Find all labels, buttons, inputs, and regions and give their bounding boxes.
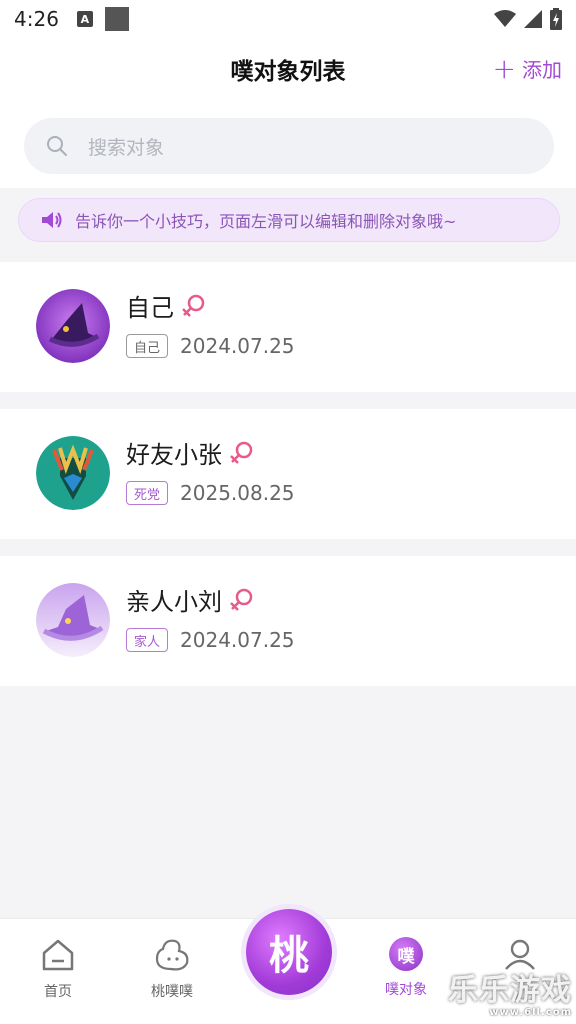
add-button[interactable]: + 添加 <box>493 54 562 83</box>
tip-banner: 告诉你一个小技巧，页面左滑可以编辑和删除对象哦~ <box>18 198 560 242</box>
witch-hat-lilac-icon <box>36 583 110 657</box>
contact-date: 2024.07.25 <box>180 628 295 652</box>
tab-label: 首页 <box>44 984 72 1000</box>
relation-tag: 家人 <box>126 628 169 652</box>
watermark-url: www.6ll.com <box>489 1007 572 1018</box>
header: 噗对象列表 + 添加 <box>0 38 576 108</box>
relation-tag: 自己 <box>126 334 169 358</box>
tab-home[interactable]: 首页 <box>10 937 106 1001</box>
magisk-mask-icon <box>36 436 110 510</box>
search-section: 搜索对象 <box>0 108 576 188</box>
tab-label: 噗对象 <box>385 982 427 998</box>
search-icon <box>47 136 67 156</box>
peach-center-button[interactable]: 桃 <box>246 909 332 995</box>
contact-name: 自己 <box>126 294 174 322</box>
home-icon <box>42 939 74 971</box>
status-notification-icon: A <box>76 11 93 27</box>
mascot-icon <box>155 939 189 971</box>
search-input[interactable]: 搜索对象 <box>24 118 554 174</box>
contact-date: 2025.08.25 <box>180 481 295 505</box>
status-app-icon <box>104 7 129 31</box>
profile-icon <box>505 939 535 970</box>
contact-date: 2024.07.25 <box>180 334 295 358</box>
contact-name: 亲人小刘 <box>126 588 222 616</box>
watermark: 乐乐游戏 www.6ll.com <box>448 976 572 1018</box>
tab-taopupu[interactable]: 桃噗噗 <box>124 937 220 1001</box>
tab-pu-object[interactable]: 噗 噗对象 <box>358 937 454 999</box>
wifi-icon <box>494 10 516 27</box>
status-bar: 4:26 A <box>0 0 576 38</box>
add-label: 添加 <box>522 58 562 82</box>
signal-icon <box>524 10 542 28</box>
pu-object-icon: 噗 <box>389 937 423 971</box>
search-placeholder: 搜索对象 <box>88 136 165 159</box>
contact-name: 好友小张 <box>126 441 222 469</box>
status-time: 4:26 <box>14 7 59 31</box>
tip-text: 告诉你一个小技巧，页面左滑可以编辑和删除对象哦~ <box>75 212 457 231</box>
relation-tag: 死党 <box>126 481 169 505</box>
tab-label: 桃噗噗 <box>151 984 193 1000</box>
witch-hat-purple-icon <box>36 289 110 363</box>
female-symbol-icon <box>230 588 253 611</box>
speaker-icon <box>42 212 62 228</box>
female-symbol-icon <box>230 441 253 464</box>
page-title: 噗对象列表 <box>230 59 346 85</box>
watermark-text: 乐乐游戏 <box>448 973 572 1008</box>
bottom-tab-bar: 首页 桃噗噗 桃 噗 噗对象 乐乐游戏 www.6ll.com <box>0 909 576 1024</box>
contact-card[interactable]: 自己 自己 2024.07.25 <box>0 262 576 392</box>
plus-icon: + <box>492 51 516 85</box>
female-symbol-icon <box>182 294 205 317</box>
battery-icon <box>550 8 562 30</box>
contact-card[interactable]: 好友小张 死党 2025.08.25 <box>0 409 576 539</box>
contact-card[interactable]: 亲人小刘 家人 2024.07.25 <box>0 556 576 686</box>
